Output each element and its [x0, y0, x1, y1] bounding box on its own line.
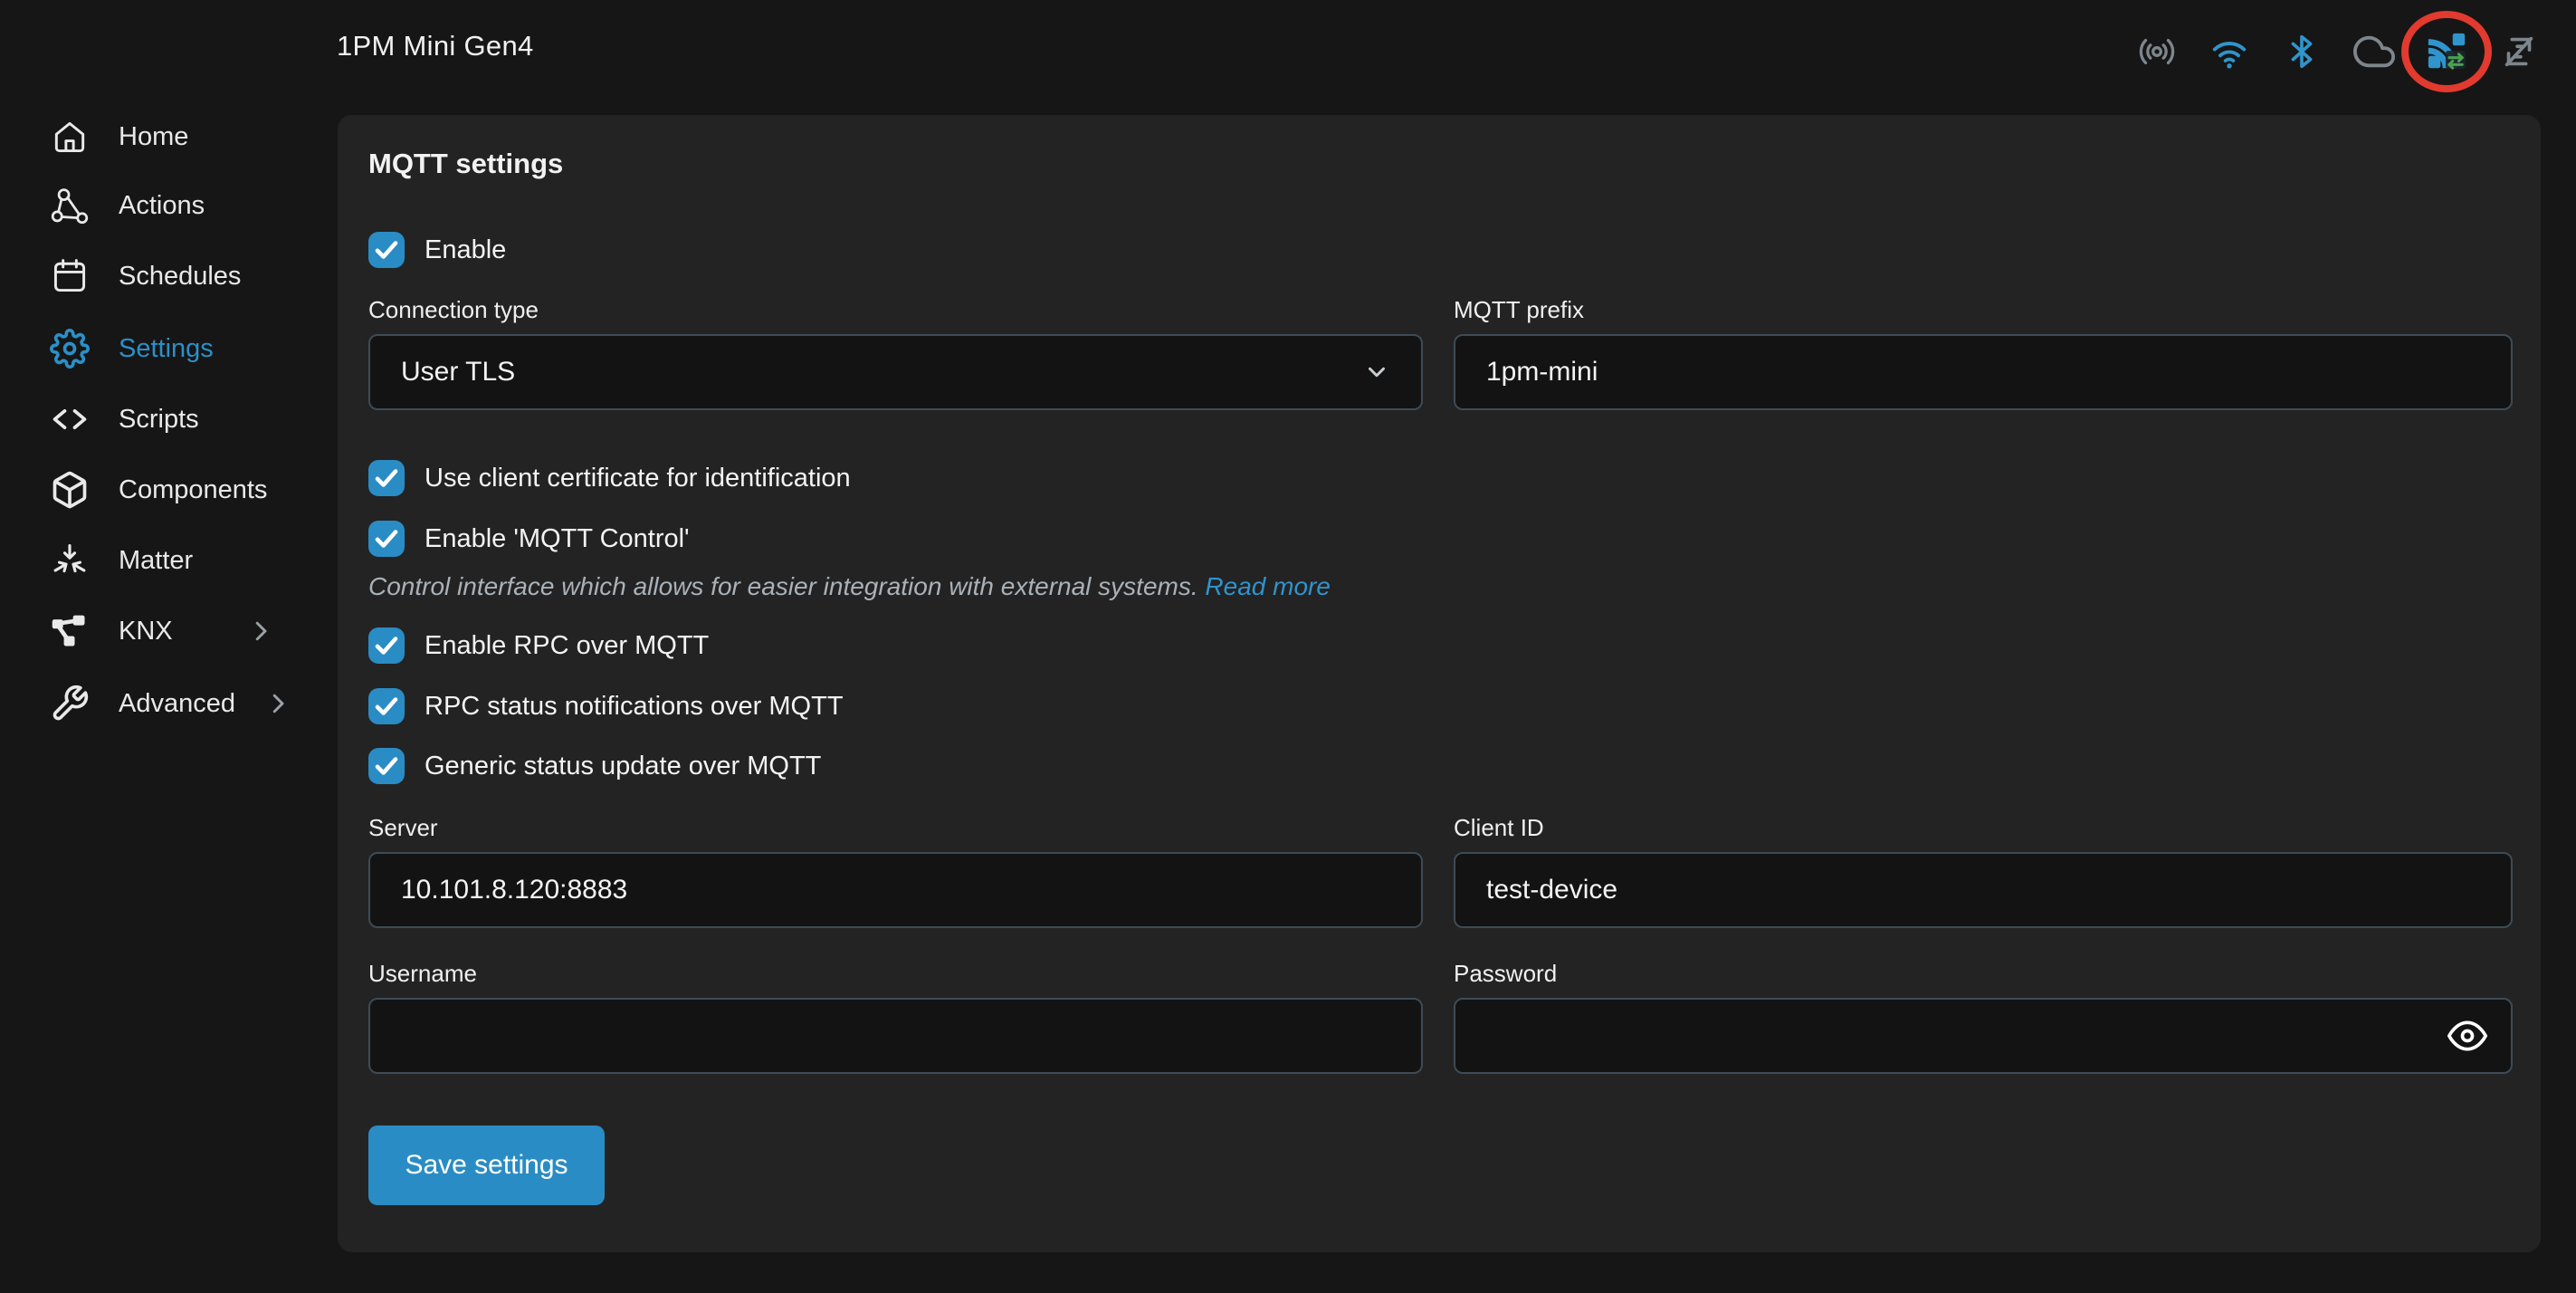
checkbox-label: Use client certificate for identificatio…: [425, 464, 851, 493]
username-input[interactable]: [368, 998, 1423, 1074]
home-icon: [50, 117, 90, 157]
sidebar-item-label: KNX: [119, 617, 173, 646]
field-label: Password: [1454, 960, 2513, 987]
chevron-right-icon: [247, 618, 274, 645]
mqtt-prefix-input[interactable]: [1454, 334, 2513, 410]
mqtt-status-icon[interactable]: [2426, 31, 2467, 72]
bluetooth-icon[interactable]: [2281, 31, 2323, 72]
sidebar-item-components[interactable]: Components: [50, 470, 274, 510]
knx-icon: [50, 611, 90, 651]
sidebar-item-advanced[interactable]: Advanced: [50, 684, 274, 723]
checkbox-checked-icon[interactable]: [368, 748, 405, 784]
checkbox-checked-icon[interactable]: [368, 688, 405, 724]
page-title: 1PM Mini Gen4: [337, 30, 534, 62]
field-label: Server: [368, 814, 1423, 841]
status-icon-bar: [2136, 31, 2540, 72]
server-input[interactable]: [368, 852, 1423, 928]
username-group: Username: [368, 960, 1423, 1074]
sidebar-item-actions[interactable]: Actions: [50, 186, 274, 225]
server-group: Server: [368, 814, 1423, 928]
chevron-down-icon: [1363, 359, 1390, 386]
hint-text: Control interface which allows for easie…: [368, 572, 1205, 600]
matter-icon: [50, 541, 90, 580]
connection-type-group: Connection type User TLS: [368, 296, 1423, 410]
select-value: User TLS: [401, 357, 515, 388]
show-password-button[interactable]: [2444, 1012, 2491, 1059]
eye-icon: [2447, 1016, 2487, 1056]
cloud-icon[interactable]: [2353, 31, 2395, 72]
client-id-input[interactable]: [1454, 852, 2513, 928]
code-icon: [50, 399, 90, 439]
read-more-link[interactable]: Read more: [1205, 572, 1331, 600]
components-icon: [50, 470, 90, 510]
mqtt-prefix-group: MQTT prefix: [1454, 296, 2513, 410]
field-label: Client ID: [1454, 814, 2513, 841]
connection-type-select[interactable]: User TLS: [368, 334, 1423, 410]
sidebar-item-home[interactable]: Home: [50, 117, 274, 157]
sidebar-item-label: Home: [119, 122, 188, 152]
checkbox-checked-icon[interactable]: [368, 521, 405, 557]
sidebar: Home Actions Schedules Settings: [0, 0, 338, 1293]
field-label: Username: [368, 960, 1423, 987]
wifi-icon[interactable]: [2209, 31, 2250, 72]
checkbox-checked-icon[interactable]: [368, 232, 405, 268]
password-group: Password: [1454, 960, 2513, 1074]
save-settings-button[interactable]: Save settings: [368, 1125, 605, 1205]
sidebar-item-label: Advanced: [119, 689, 235, 719]
rpc-over-mqtt-checkbox-row[interactable]: Enable RPC over MQTT: [368, 627, 709, 664]
checkbox-label: Enable RPC over MQTT: [425, 631, 709, 661]
generic-status-update-checkbox-row[interactable]: Generic status update over MQTT: [368, 748, 821, 784]
password-input[interactable]: [1454, 998, 2513, 1074]
outbound-websocket-icon[interactable]: [2498, 31, 2540, 72]
rpc-status-notifications-checkbox-row[interactable]: RPC status notifications over MQTT: [368, 688, 844, 724]
sidebar-item-label: Scripts: [119, 405, 199, 435]
gear-icon: [50, 329, 90, 369]
access-point-icon[interactable]: [2136, 31, 2178, 72]
enable-mqtt-checkbox-row[interactable]: Enable: [368, 232, 506, 268]
actions-icon: [50, 186, 90, 225]
chevron-right-icon: [264, 690, 291, 717]
panel-title: MQTT settings: [368, 148, 563, 180]
mqtt-control-hint: Control interface which allows for easie…: [368, 572, 1331, 601]
checkbox-label: Enable 'MQTT Control': [425, 524, 690, 554]
sidebar-item-label: Components: [119, 475, 267, 505]
checkbox-checked-icon[interactable]: [368, 627, 405, 664]
sidebar-item-schedules[interactable]: Schedules: [50, 256, 274, 296]
calendar-icon: [50, 256, 90, 296]
sidebar-item-knx[interactable]: KNX: [50, 611, 274, 651]
mqtt-control-checkbox-row[interactable]: Enable 'MQTT Control': [368, 521, 690, 557]
field-label: Connection type: [368, 296, 1423, 323]
checkbox-label: Generic status update over MQTT: [425, 752, 821, 781]
checkbox-label: RPC status notifications over MQTT: [425, 692, 844, 722]
field-label: MQTT prefix: [1454, 296, 2513, 323]
sidebar-item-settings[interactable]: Settings: [50, 329, 274, 369]
sidebar-item-scripts[interactable]: Scripts: [50, 399, 274, 439]
checkbox-checked-icon[interactable]: [368, 460, 405, 496]
checkbox-label: Enable: [425, 235, 506, 265]
sidebar-item-label: Settings: [119, 334, 214, 364]
wrench-icon: [50, 684, 90, 723]
mqtt-settings-panel: MQTT settings Enable Connection type Use…: [338, 115, 2541, 1252]
sidebar-item-label: Actions: [119, 191, 205, 221]
sidebar-item-label: Matter: [119, 546, 193, 576]
client-certificate-checkbox-row[interactable]: Use client certificate for identificatio…: [368, 460, 851, 496]
sidebar-item-label: Schedules: [119, 262, 241, 292]
client-id-group: Client ID: [1454, 814, 2513, 928]
sidebar-item-matter[interactable]: Matter: [50, 541, 274, 580]
